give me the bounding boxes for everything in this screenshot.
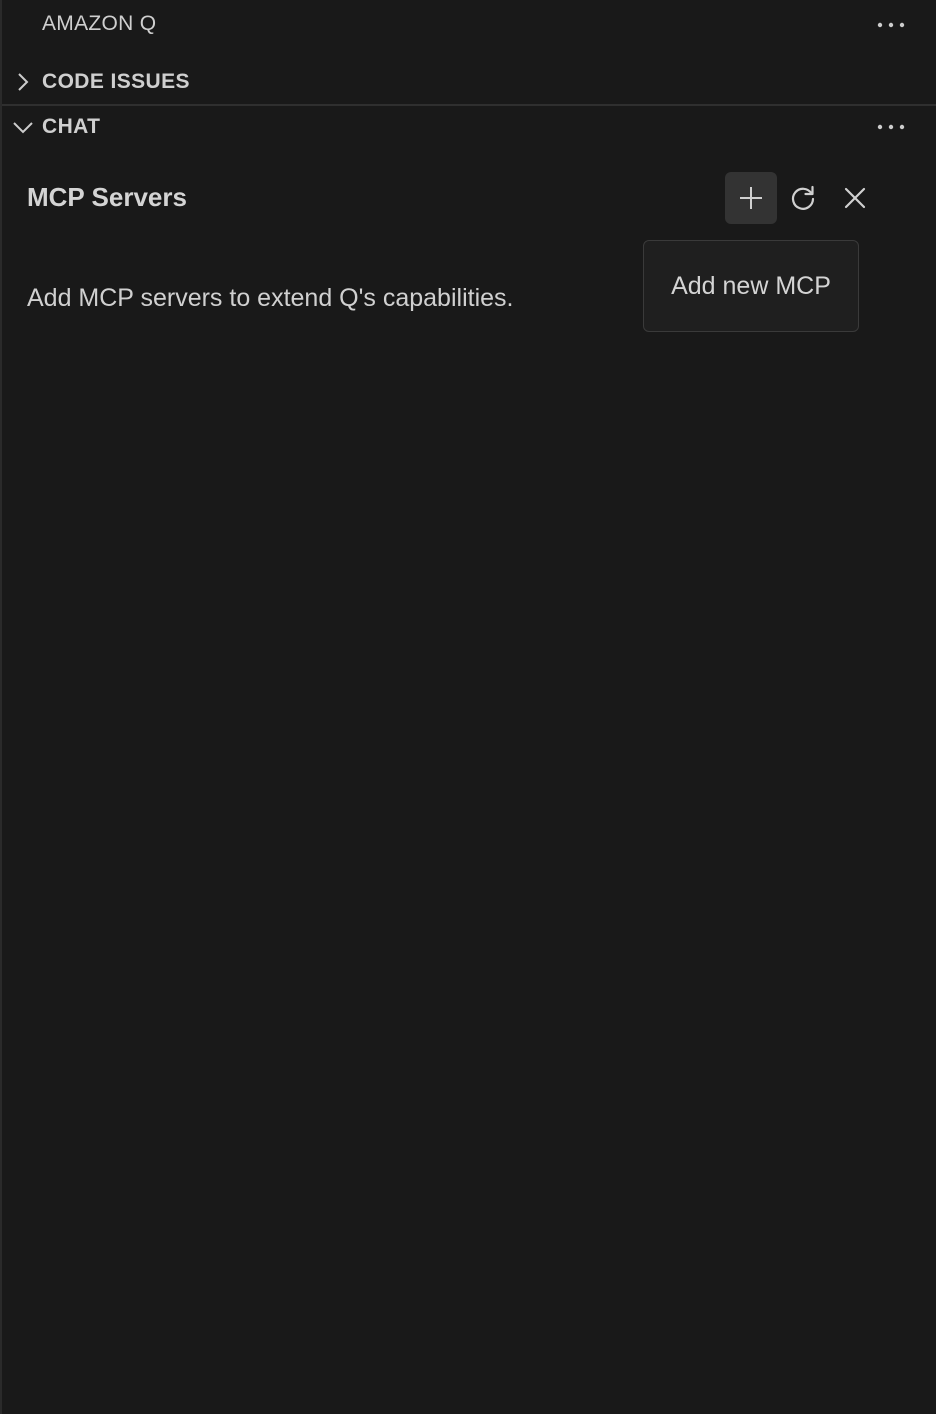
view-title-bar: AMAZON Q — [2, 0, 936, 50]
plus-icon — [740, 187, 762, 209]
close-mcp-button[interactable] — [829, 172, 881, 224]
section-chat[interactable]: CHAT — [2, 105, 936, 149]
ellipsis-icon — [877, 22, 905, 28]
chevron-down-icon — [12, 116, 34, 138]
section-code-issues-label: CODE ISSUES — [42, 70, 190, 93]
close-icon — [844, 187, 866, 209]
section-chat-label: CHAT — [42, 115, 101, 138]
mcp-servers-title: MCP Servers — [27, 182, 187, 212]
title-more-actions-button[interactable] — [873, 11, 909, 39]
ellipsis-icon — [877, 124, 905, 130]
chevron-right-icon — [12, 71, 34, 93]
amazon-q-panel: AMAZON Q CODE ISSUES CHAT MCP Servers Ad… — [0, 0, 936, 1414]
section-code-issues[interactable]: CODE ISSUES — [2, 60, 936, 104]
add-mcp-button[interactable] — [725, 172, 777, 224]
refresh-icon — [791, 185, 815, 210]
refresh-mcp-button[interactable] — [777, 172, 829, 224]
view-title: AMAZON Q — [42, 12, 157, 35]
chat-more-actions-button[interactable] — [873, 113, 909, 141]
mcp-empty-description: Add MCP servers to extend Q's capabiliti… — [27, 284, 514, 312]
add-mcp-tooltip: Add new MCP — [643, 240, 859, 332]
